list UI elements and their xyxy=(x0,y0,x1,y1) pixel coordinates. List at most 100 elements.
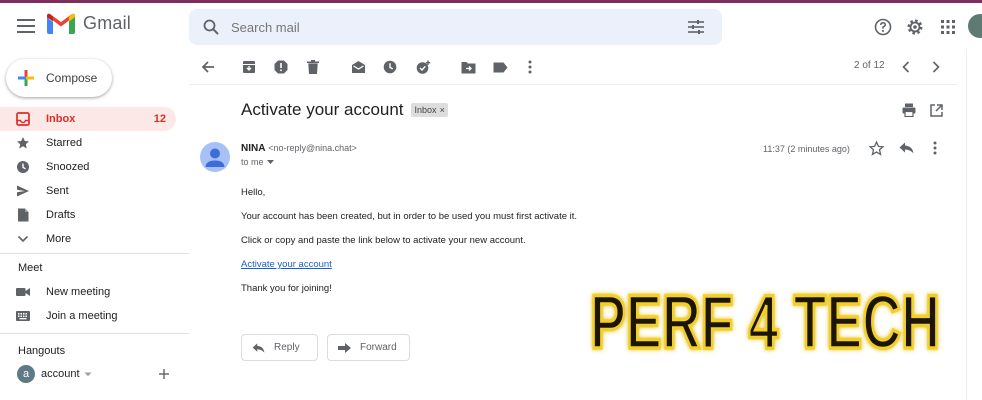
gmail-logo[interactable]: Gmail xyxy=(47,13,131,34)
watermark-text: PERF 4 TECH xyxy=(590,280,940,365)
forward-label: Forward xyxy=(360,342,397,353)
star-outline-icon xyxy=(868,140,884,156)
app-name: Gmail xyxy=(83,13,132,33)
folder-move-icon xyxy=(461,61,475,73)
snooze-button[interactable] xyxy=(379,56,401,78)
sidebar-item-more[interactable]: More xyxy=(0,227,176,251)
divider xyxy=(0,333,189,334)
sidebar-item-label: Sent xyxy=(46,185,69,197)
chevron-left-icon xyxy=(902,61,910,73)
forward-button[interactable]: Forward xyxy=(327,334,410,361)
apps-button[interactable] xyxy=(936,15,960,39)
sidebar-item-label: Drafts xyxy=(46,209,76,221)
message-subject-row: Activate your account Inbox × xyxy=(241,100,448,120)
archive-button[interactable] xyxy=(238,56,260,78)
chevron-down-icon xyxy=(0,227,46,251)
plus-icon xyxy=(6,59,46,97)
back-button[interactable] xyxy=(197,56,219,78)
recipient-line[interactable]: to me xyxy=(241,157,274,167)
activate-account-link[interactable]: Activate your account xyxy=(241,259,332,270)
main-menu-button[interactable] xyxy=(14,14,38,38)
send-icon xyxy=(0,179,46,203)
sidebar-item-starred[interactable]: Starred xyxy=(0,131,176,155)
body-greeting: Hello, xyxy=(241,187,266,198)
meet-item-label: New meeting xyxy=(46,286,111,298)
reply-button[interactable]: Reply xyxy=(241,334,318,361)
labels-button[interactable] xyxy=(489,56,511,78)
sender-email: <no-reply@nina.chat> xyxy=(268,143,357,153)
search-input[interactable] xyxy=(231,10,676,44)
open-new-window-button[interactable] xyxy=(925,99,947,121)
new-meeting-item[interactable]: New meeting xyxy=(0,280,189,304)
search-button[interactable] xyxy=(191,9,231,45)
hangouts-section-title: Hangouts xyxy=(18,345,66,357)
sidebar-item-label: Inbox xyxy=(46,113,76,125)
sender-name[interactable]: NINA xyxy=(241,143,265,154)
more-vert-icon xyxy=(933,141,937,155)
hangouts-account-row[interactable]: a account xyxy=(0,362,189,386)
gear-icon xyxy=(907,19,923,35)
search-options-button[interactable] xyxy=(676,9,716,45)
mark-unread-icon xyxy=(351,61,365,73)
account-avatar[interactable] xyxy=(968,14,982,38)
reply-label: Reply xyxy=(274,342,300,353)
compose-button[interactable]: Compose xyxy=(6,59,112,97)
reply-icon-button[interactable] xyxy=(895,137,917,159)
sidebar-item-inbox[interactable]: Inbox 12 xyxy=(0,107,176,131)
sidebar-item-label: Snoozed xyxy=(46,161,90,173)
sidebar-item-sent[interactable]: Sent xyxy=(0,179,176,203)
reply-icon xyxy=(242,342,274,353)
sidebar-item-snoozed[interactable]: Snoozed xyxy=(0,155,176,179)
keyboard-icon xyxy=(0,311,46,321)
body-line-1: Your account has been created, but in or… xyxy=(241,211,578,222)
add-contact-icon[interactable] xyxy=(158,368,170,380)
report-spam-button[interactable] xyxy=(270,56,292,78)
draft-icon xyxy=(0,203,46,227)
join-meeting-item[interactable]: Join a meeting xyxy=(0,304,189,328)
help-icon xyxy=(874,18,892,36)
trash-icon xyxy=(307,60,319,74)
inbox-icon xyxy=(0,107,46,131)
print-button[interactable] xyxy=(898,99,920,121)
settings-button[interactable] xyxy=(903,15,927,39)
open-in-new-icon xyxy=(929,103,943,117)
arrow-back-icon xyxy=(201,61,214,73)
toolbar-divider xyxy=(189,84,957,85)
sidebar-item-label: Starred xyxy=(46,137,83,149)
hamburger-icon xyxy=(17,19,35,33)
compose-label: Compose xyxy=(46,71,98,85)
caret-down-icon xyxy=(266,160,274,164)
message-toolbar xyxy=(189,53,957,81)
caret-down-icon xyxy=(84,372,92,376)
body-closing: Thank you for joining! xyxy=(241,283,332,294)
star-button[interactable] xyxy=(865,137,887,159)
message-time: 11:37 (2 minutes ago) xyxy=(763,144,850,154)
sidebar-item-drafts[interactable]: Drafts xyxy=(0,203,176,227)
meet-item-label: Join a meeting xyxy=(46,310,118,322)
hangouts-account-label: account xyxy=(41,368,80,380)
newer-button[interactable] xyxy=(895,56,917,78)
older-button[interactable] xyxy=(925,56,947,78)
divider xyxy=(0,253,189,254)
clock-icon xyxy=(383,60,397,74)
print-icon xyxy=(902,103,916,117)
gmail-m-icon xyxy=(47,13,75,34)
search-icon xyxy=(203,19,219,35)
chevron-right-icon xyxy=(932,61,940,73)
mark-unread-button[interactable] xyxy=(347,56,369,78)
more-actions-button[interactable] xyxy=(519,56,541,78)
apps-grid-icon xyxy=(941,20,955,34)
sidebar-item-label: More xyxy=(46,233,72,245)
add-task-button[interactable] xyxy=(412,56,434,78)
search-bar[interactable] xyxy=(189,9,722,45)
message-more-button[interactable] xyxy=(924,137,946,159)
delete-button[interactable] xyxy=(302,56,324,78)
label-chip-text: Inbox xyxy=(414,105,437,115)
header: Gmail xyxy=(0,3,982,49)
sender-avatar[interactable] xyxy=(200,142,230,172)
inbox-count: 12 xyxy=(153,113,166,125)
remove-label-icon[interactable]: × xyxy=(440,105,445,115)
move-to-button[interactable] xyxy=(457,56,479,78)
support-button[interactable] xyxy=(871,15,895,39)
label-chip[interactable]: Inbox × xyxy=(410,103,448,117)
